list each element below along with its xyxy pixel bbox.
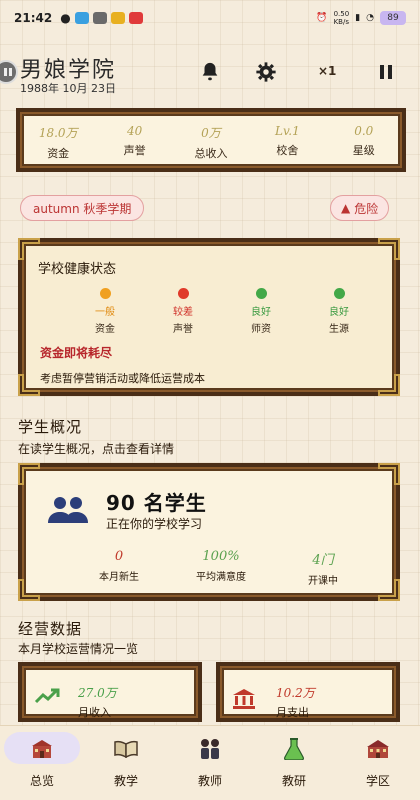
stat-total-income: 0万 总收入 <box>194 126 228 160</box>
corner-ornament <box>378 374 400 396</box>
health-title: 学校健康状态 <box>38 262 117 277</box>
wifi-icon: ◔ <box>366 13 374 23</box>
battery-icon: 89 <box>380 11 406 25</box>
game-speed-button[interactable]: ×1 <box>318 64 336 78</box>
warning-icon: ▲ <box>341 201 351 215</box>
student-stats: 0 本月新生 100% 平均满意度 4门 开课中 <box>68 549 374 587</box>
season-badge[interactable]: autumn 秋季学期 <box>20 195 145 221</box>
stat-reputation: 40 声誉 <box>123 124 146 157</box>
monthly-expense-card[interactable]: 10.2万 月支出 <box>216 662 400 722</box>
student-count: 90 名学生 <box>106 491 207 515</box>
school-health-panel[interactable]: 学校健康状态 一般 资金 较差 声誉 良好 师资 良好 生源 资金即将耗尽 考虑… <box>18 238 400 396</box>
corner-ornament <box>378 463 400 485</box>
corner-ornament <box>378 579 400 601</box>
notification-icons: ● <box>60 11 143 25</box>
stat-satisfaction: 100% 平均满意度 <box>196 549 246 583</box>
teachers-icon <box>198 738 222 760</box>
pause-icon[interactable] <box>374 60 398 84</box>
health-indicator-students: 良好 生源 <box>316 288 362 335</box>
health-indicators: 一般 资金 较差 声誉 良好 师资 良好 生源 <box>82 288 362 335</box>
corner-ornament <box>18 374 40 396</box>
status-dot <box>99 288 111 299</box>
health-advice: 考虑暂停营销活动或降低运营成本 <box>40 372 205 385</box>
nav-research[interactable]: 教研 <box>252 726 336 800</box>
flask-icon <box>283 738 305 760</box>
health-indicator-teachers: 良好 师资 <box>238 288 284 335</box>
app-header: 男娘学院 1988年 10月 23日 ×1 <box>0 50 420 100</box>
monthly-income-label: 月收入 <box>78 706 111 719</box>
corner-ornament <box>18 463 40 485</box>
bell-icon[interactable] <box>198 60 222 84</box>
stat-courses: 4门 开课中 <box>308 553 338 587</box>
ops-section-subtitle: 本月学校运营情况一览 <box>18 642 139 656</box>
app-notification-icon <box>74 12 89 24</box>
bottom-navigation: 总览 教学 教师 教研 学区 <box>0 725 420 800</box>
app-notification-icon <box>92 12 107 24</box>
nav-teachers[interactable]: 教师 <box>168 726 252 800</box>
nav-teaching[interactable]: 教学 <box>84 726 168 800</box>
game-date: 1988年 10月 23日 <box>20 82 116 95</box>
net-speed: 0.50 KB/s <box>333 10 350 26</box>
corner-ornament <box>378 238 400 260</box>
nav-overview[interactable]: 总览 <box>0 726 84 800</box>
students-icon <box>46 495 90 529</box>
stat-star-rating: 0.0 星级 <box>352 124 375 157</box>
funds-warning: 资金即将耗尽 <box>40 346 113 360</box>
status-bar: 21:42 ● ⏰ 0.50 KB/s ▮ ◔ 89 <box>0 0 420 36</box>
bank-icon <box>232 688 256 714</box>
status-time: 21:42 <box>14 11 53 25</box>
district-icon <box>366 738 390 760</box>
danger-badge[interactable]: ▲ 危险 <box>330 195 390 221</box>
app-notification-icon <box>110 12 125 24</box>
students-section-title: 学生概况 <box>18 418 83 436</box>
status-dot <box>255 288 267 299</box>
monthly-expense-value: 10.2万 <box>276 686 315 700</box>
students-panel[interactable]: 90 名学生 正在你的学校学习 0 本月新生 100% 平均满意度 4门 开课中 <box>18 463 400 601</box>
stat-new-students: 0 本月新生 <box>99 549 139 583</box>
book-icon <box>114 738 138 760</box>
monthly-income-card[interactable]: 27.0万 月收入 <box>18 662 202 722</box>
pause-game-icon[interactable] <box>0 60 18 84</box>
students-section-subtitle: 在读学生概况，点击查看详情 <box>18 442 175 456</box>
status-dot <box>177 288 189 299</box>
health-indicator-funds: 一般 资金 <box>82 288 128 335</box>
nav-district[interactable]: 学区 <box>336 726 420 800</box>
app-notification-icon <box>128 12 143 24</box>
corner-ornament <box>18 579 40 601</box>
monthly-expense-label: 月支出 <box>276 706 309 719</box>
trending-up-icon <box>34 688 60 708</box>
alarm-icon: ⏰ <box>316 13 328 23</box>
ops-section-title: 经营数据 <box>18 620 83 638</box>
wechat-icon: ● <box>60 11 71 25</box>
stat-building-level: Lv.1 校舍 <box>274 124 300 157</box>
signal-icon: ▮ <box>355 13 361 23</box>
gear-icon[interactable] <box>254 60 278 84</box>
school-stats-panel: 18.0万 资金 40 声誉 0万 总收入 Lv.1 校舍 0.0 星级 <box>16 108 406 172</box>
status-dot <box>333 288 345 299</box>
health-indicator-reputation: 较差 声誉 <box>160 288 206 335</box>
school-icon <box>31 738 53 760</box>
corner-ornament <box>18 238 40 260</box>
stat-funds: 18.0万 资金 <box>38 126 78 160</box>
student-count-subtitle: 正在你的学校学习 <box>106 517 203 531</box>
monthly-income-value: 27.0万 <box>78 686 117 700</box>
